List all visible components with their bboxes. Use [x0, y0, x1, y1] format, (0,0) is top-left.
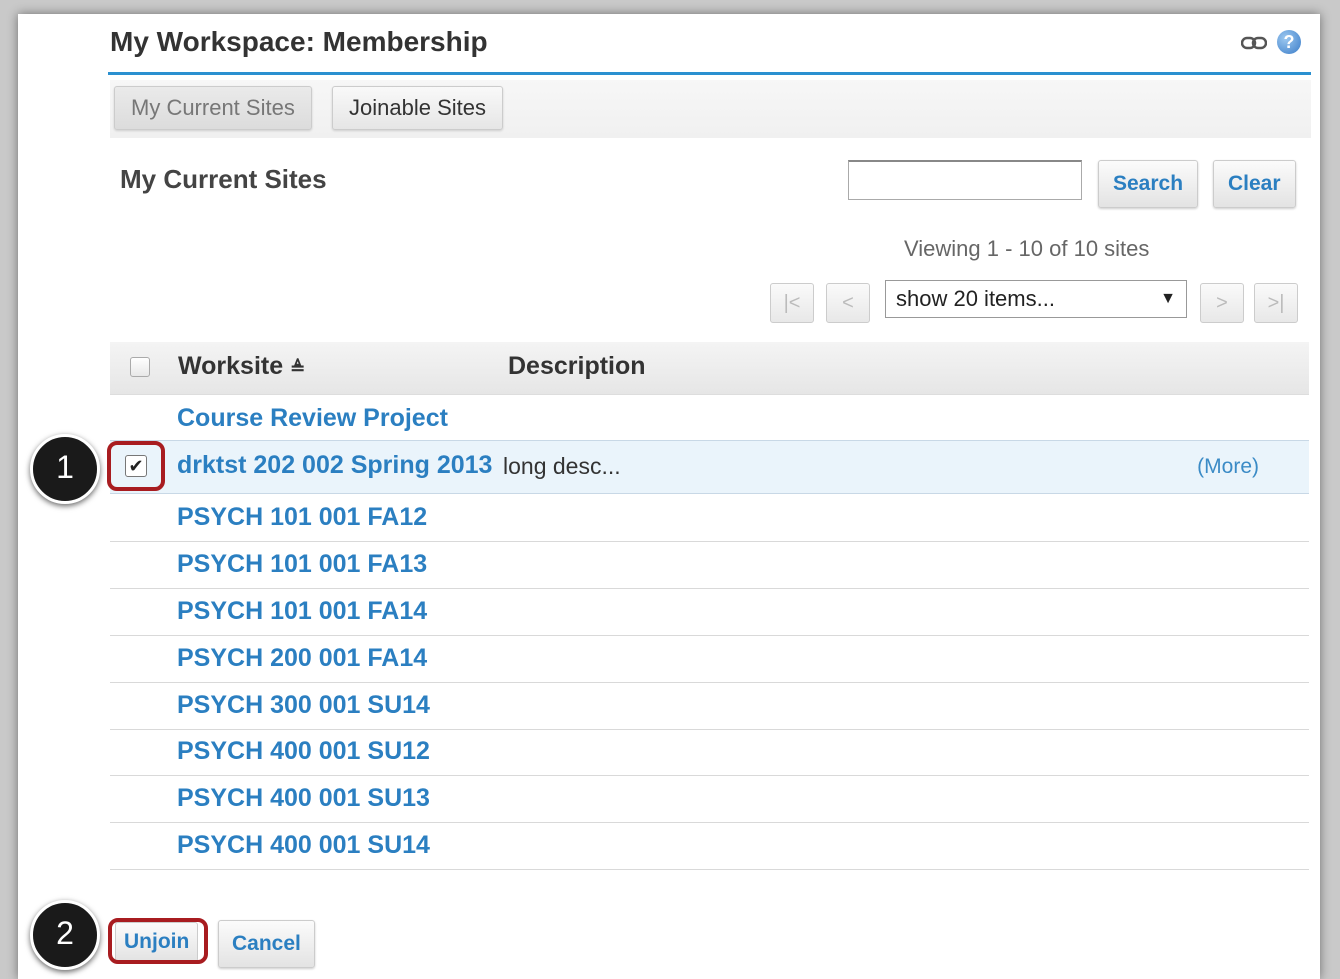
- table-row: PSYCH 400 001 SU12: [110, 729, 1309, 776]
- dropdown-arrow-icon: ▼: [1160, 290, 1176, 307]
- sort-ascending-icon: ≜: [290, 358, 306, 378]
- tab-joinable-sites[interactable]: Joinable Sites: [332, 86, 503, 130]
- table-row: Course Review Project: [110, 396, 1309, 443]
- tab-my-current-sites[interactable]: My Current Sites: [114, 86, 312, 130]
- viewing-count: Viewing 1 - 10 of 10 sites: [904, 236, 1150, 261]
- description-column-header: Description: [508, 352, 646, 380]
- site-description: long desc...: [503, 453, 621, 479]
- search-button[interactable]: Search: [1098, 160, 1199, 208]
- site-link[interactable]: PSYCH 300 001 SU14: [177, 691, 430, 720]
- title-bar: My Workspace: Membership ?: [108, 22, 1311, 75]
- worksite-column-label: Worksite: [178, 352, 284, 380]
- cancel-button[interactable]: Cancel: [218, 920, 315, 968]
- next-page-button[interactable]: >: [1200, 283, 1244, 323]
- table-row: PSYCH 101 001 FA12: [110, 495, 1309, 542]
- page-title: My Workspace: Membership: [110, 26, 488, 57]
- tab-bar: My Current Sites Joinable Sites: [110, 80, 1311, 138]
- clear-button[interactable]: Clear: [1213, 160, 1296, 208]
- more-link[interactable]: (More): [1197, 455, 1259, 479]
- site-link[interactable]: drktst 202 002 Spring 2013: [177, 451, 492, 480]
- first-page-button[interactable]: |<: [770, 283, 814, 323]
- table-row: PSYCH 300 001 SU14: [110, 683, 1309, 730]
- step-marker-2: 2: [30, 900, 100, 970]
- site-link[interactable]: PSYCH 200 001 FA14: [177, 644, 427, 673]
- table-row: PSYCH 200 001 FA14: [110, 636, 1309, 683]
- table-row: PSYCH 101 001 FA13: [110, 542, 1309, 589]
- help-icon[interactable]: ?: [1277, 30, 1301, 54]
- table-row: PSYCH 101 001 FA14: [110, 589, 1309, 636]
- site-link[interactable]: PSYCH 400 001 SU13: [177, 784, 430, 813]
- section-title: My Current Sites: [120, 164, 327, 194]
- site-link[interactable]: PSYCH 400 001 SU14: [177, 831, 430, 860]
- table-header: Worksite ≜ Description: [110, 342, 1309, 395]
- search-input[interactable]: [848, 160, 1082, 200]
- site-link[interactable]: PSYCH 400 001 SU12: [177, 737, 430, 766]
- step-marker-1: 1: [30, 434, 100, 504]
- page-size-select[interactable]: show 20 items... ▼: [885, 280, 1187, 318]
- site-link[interactable]: PSYCH 101 001 FA14: [177, 597, 427, 626]
- checkbox-highlight: [107, 441, 165, 491]
- page-size-value: show 20 items...: [896, 286, 1055, 311]
- previous-page-button[interactable]: <: [826, 283, 870, 323]
- select-all-checkbox[interactable]: [130, 357, 150, 377]
- table-row: PSYCH 400 001 SU13: [110, 776, 1309, 823]
- worksite-column-header[interactable]: Worksite ≜: [178, 352, 305, 381]
- table-row: ✔ drktst 202 002 Spring 2013 long desc..…: [110, 440, 1309, 494]
- unjoin-highlight: [108, 918, 208, 964]
- site-link[interactable]: PSYCH 101 001 FA12: [177, 503, 427, 532]
- site-link[interactable]: PSYCH 101 001 FA13: [177, 550, 427, 579]
- last-page-button[interactable]: >|: [1254, 283, 1298, 323]
- link-icon[interactable]: [1241, 36, 1267, 50]
- table-row: PSYCH 400 001 SU14: [110, 823, 1309, 870]
- site-link[interactable]: Course Review Project: [177, 404, 448, 433]
